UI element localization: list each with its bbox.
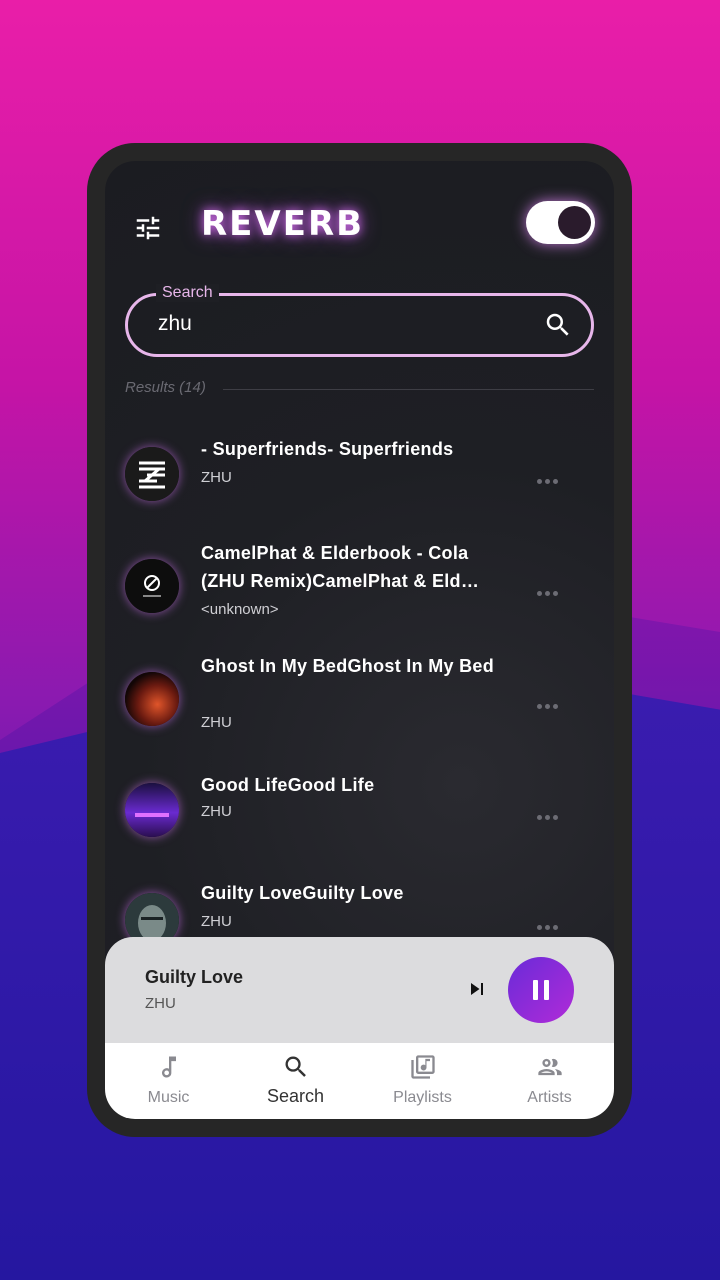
track-artist: <unknown> [201,601,279,618]
search-input[interactable]: zhu [158,312,192,336]
more-options-icon[interactable] [537,471,561,484]
album-art [125,672,179,726]
toggle-knob [558,206,591,239]
artists-icon [538,1058,562,1076]
music-note-icon [162,1056,176,1078]
album-art [125,447,179,501]
nav-label: Search [266,1086,325,1106]
track-artist: ZHU [201,469,232,486]
now-playing-artist: ZHU [145,995,176,1012]
search-label: Search [156,284,219,302]
more-options-icon[interactable] [537,807,561,820]
nav-search[interactable]: Search [232,1043,359,1119]
pause-button[interactable] [508,957,574,1023]
track-artist: ZHU [201,913,232,930]
nav-label: Music [147,1089,190,1106]
nav-artists[interactable]: Artists [486,1043,613,1119]
more-options-icon[interactable] [537,917,561,930]
results-header: Results (14) [125,379,594,399]
now-playing-title: Guilty Love [145,967,244,987]
now-playing-bar[interactable]: Guilty Love ZHU [105,937,614,1047]
bottom-navigation: Music Search Playlists Artists [105,1043,614,1119]
track-title: - Superfriends- Superfriends [201,439,454,459]
nav-label: Playlists [393,1089,452,1106]
results-count: Results (14) [125,379,206,396]
more-options-icon[interactable] [537,696,561,709]
track-title: Good LifeGood Life [201,775,375,795]
nav-playlists[interactable]: Playlists [359,1043,486,1119]
track-title: CamelPhat & Elderbook - Cola (ZHU Remix)… [201,543,480,591]
more-options-icon[interactable] [537,583,561,596]
nav-label: Artists [527,1089,572,1106]
search-icon[interactable] [543,310,573,340]
track-title: Guilty LoveGuilty Love [201,883,404,903]
playlist-icon [411,1055,435,1079]
track-artist: ZHU [201,803,232,820]
nav-music[interactable]: Music [105,1043,232,1119]
app-logo: REVERB [201,204,365,244]
phone-frame: REVERB Search zhu Results (14) - Superfr… [87,143,632,1137]
album-art [125,783,179,837]
track-title: Ghost In My BedGhost In My Bed [201,656,495,676]
divider [223,389,594,390]
equalizer-settings-icon[interactable] [133,213,163,243]
skip-next-icon[interactable] [465,977,489,1001]
album-art [125,559,179,613]
track-artist: ZHU [201,714,232,731]
app-header: REVERB [105,161,614,281]
app-screen: REVERB Search zhu Results (14) - Superfr… [105,161,614,1119]
search-field[interactable]: Search zhu [125,284,594,357]
search-icon [285,1056,306,1077]
theme-toggle[interactable] [526,201,595,244]
